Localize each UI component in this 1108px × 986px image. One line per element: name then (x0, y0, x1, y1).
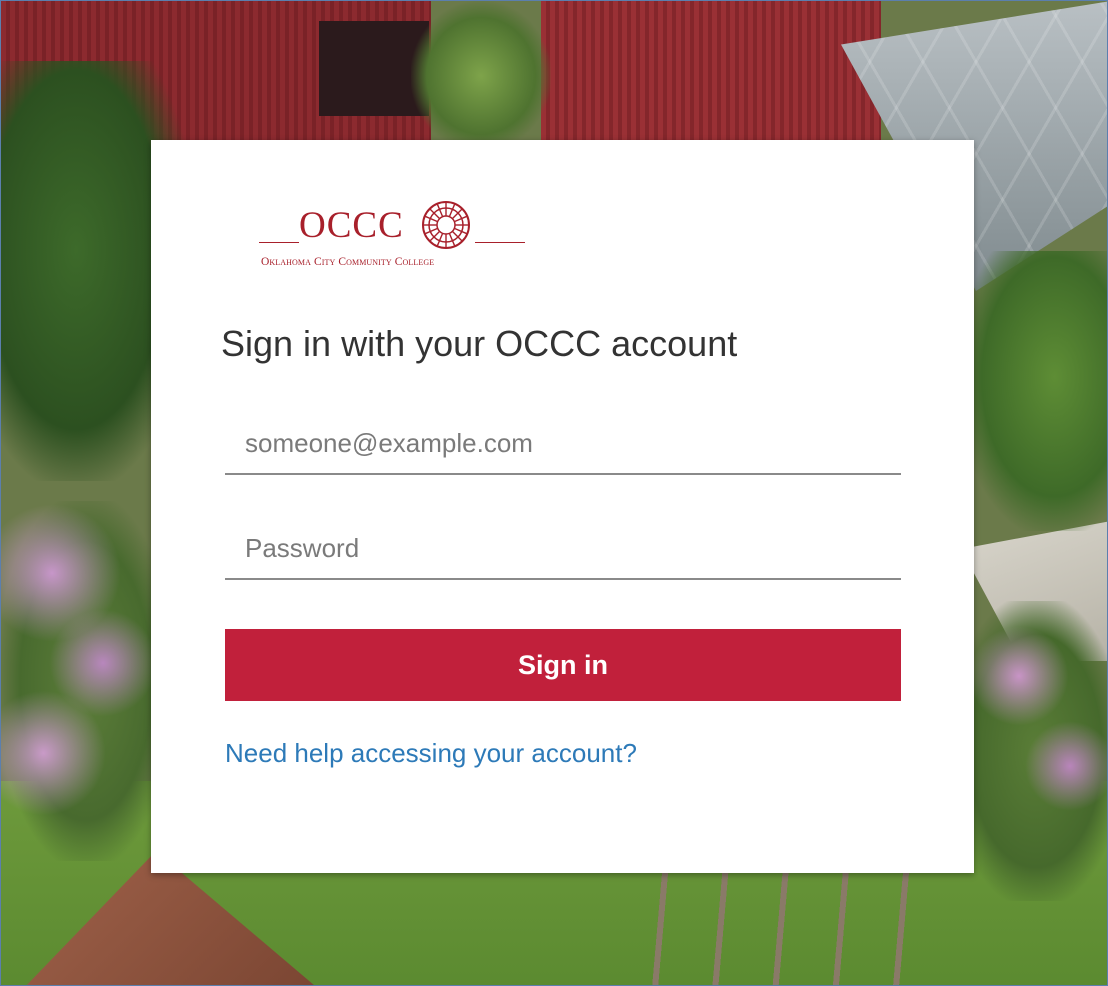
logo-wordmark: OCCC (299, 205, 404, 246)
background-flowers-left (1, 501, 171, 861)
page-title: Sign in with your OCCC account (221, 323, 738, 364)
email-field[interactable] (225, 413, 901, 475)
page-frame: OCCC Oklahoma City Community College Sig… (0, 0, 1108, 986)
logo-rule-right (475, 242, 525, 243)
background-tree-trunks (641, 861, 941, 985)
occc-logo: OCCC Oklahoma City Community College (259, 198, 527, 274)
logo-seal-icon (422, 201, 470, 249)
background-tree-right (961, 251, 1107, 531)
logo-rule-left (259, 242, 299, 243)
password-field[interactable] (225, 518, 901, 580)
help-link[interactable]: Need help accessing your account? (225, 738, 637, 769)
sign-in-button[interactable]: Sign in (225, 629, 901, 701)
logo-college-name: Oklahoma City Community College (261, 256, 435, 268)
login-card: OCCC Oklahoma City Community College Sig… (151, 140, 974, 873)
background-flowers-right (951, 601, 1107, 901)
background-building-mid (541, 1, 881, 141)
background-tree-center (411, 1, 551, 151)
